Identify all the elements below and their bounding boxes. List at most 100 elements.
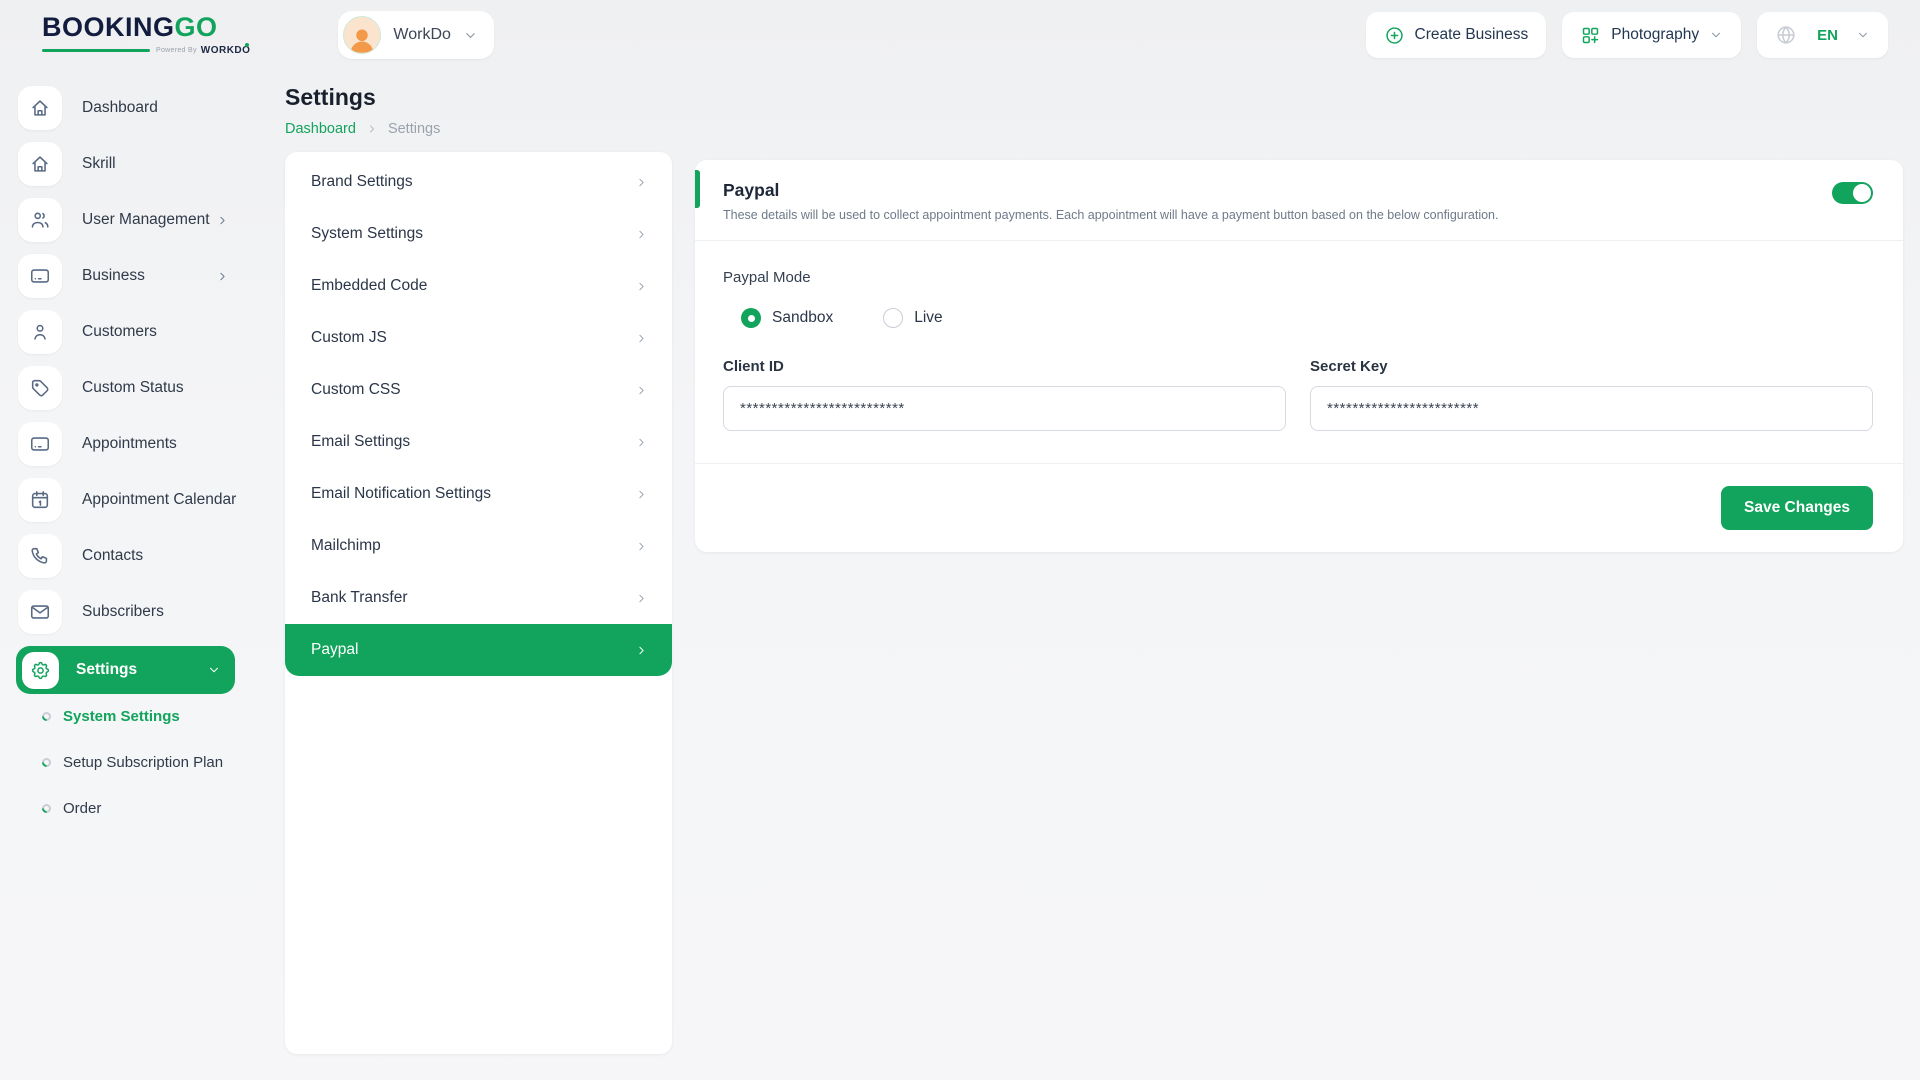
- phone-icon: [18, 534, 62, 578]
- credit-card-icon: [18, 254, 62, 298]
- users-icon: [18, 198, 62, 242]
- chevron-down-icon: [1709, 28, 1723, 42]
- create-business-button[interactable]: Create Business: [1366, 12, 1547, 58]
- powered-by-label: Powered By: [156, 47, 197, 54]
- chevron-down-icon: [207, 663, 221, 677]
- sidebar-item-skrill[interactable]: Skrill: [18, 142, 255, 186]
- user-icon: [18, 310, 62, 354]
- radio-checked-icon: [741, 308, 761, 328]
- logo-underline: [42, 49, 150, 52]
- menu-item-bank-transfer[interactable]: Bank Transfer: [285, 572, 672, 624]
- sidebar-subitem-system-settings[interactable]: System Settings: [42, 708, 255, 725]
- save-changes-button[interactable]: Save Changes: [1721, 486, 1873, 530]
- sidebar-item-appointments[interactable]: Appointments: [18, 422, 255, 466]
- chevron-down-icon: [463, 28, 478, 43]
- paypal-mode-options: Sandbox Live: [723, 308, 1873, 328]
- workspace-avatar: [343, 16, 381, 54]
- chevron-right-icon: [635, 436, 648, 449]
- radio-unchecked-icon: [883, 308, 903, 328]
- secret-key-field-group: Secret Key: [1310, 358, 1873, 431]
- circle-plus-icon: [1384, 25, 1405, 46]
- menu-item-custom-css[interactable]: Custom CSS: [285, 364, 672, 416]
- business-type-label: Photography: [1611, 26, 1699, 44]
- disc-icon: [40, 802, 53, 815]
- menu-item-system-settings[interactable]: System Settings: [285, 208, 672, 260]
- menu-item-custom-js[interactable]: Custom JS: [285, 312, 672, 364]
- gear-icon: [22, 652, 59, 689]
- chevron-right-icon: [635, 488, 648, 501]
- breadcrumb-current: Settings: [388, 121, 440, 137]
- toggle-knob: [1853, 184, 1871, 202]
- sidebar-item-dashboard[interactable]: Dashboard: [18, 86, 255, 130]
- chevron-right-icon: [366, 123, 378, 135]
- client-id-field-group: Client ID: [723, 358, 1286, 431]
- paypal-panel-title: Paypal: [723, 180, 1873, 201]
- calendar-icon: [18, 478, 62, 522]
- grid-add-icon: [1580, 25, 1601, 46]
- settings-menu: Brand Settings System Settings Embedded …: [285, 152, 672, 1054]
- top-bar: BOOKINGGO Powered By WORKDO WorkDo Creat…: [0, 0, 1920, 70]
- radio-sandbox[interactable]: Sandbox: [741, 308, 833, 328]
- chevron-down-icon: [1856, 28, 1870, 42]
- menu-item-mailchimp[interactable]: Mailchimp: [285, 520, 672, 572]
- breadcrumb: Dashboard Settings: [285, 121, 1903, 137]
- credit-card-icon: [18, 422, 62, 466]
- secret-key-label: Secret Key: [1310, 358, 1873, 375]
- breadcrumb-dashboard-link[interactable]: Dashboard: [285, 121, 356, 137]
- sidebar-subitem-setup-subscription-plan[interactable]: Setup Subscription Plan: [42, 754, 255, 771]
- menu-item-email-notification-settings[interactable]: Email Notification Settings: [285, 468, 672, 520]
- app-logo-tagline: Powered By WORKDO: [42, 45, 250, 56]
- sidebar-item-settings[interactable]: Settings: [16, 646, 235, 694]
- client-id-label: Client ID: [723, 358, 1286, 375]
- sidebar-item-appointment-calendar[interactable]: Appointment Calendar: [18, 478, 255, 522]
- chevron-right-icon: [635, 228, 648, 241]
- sidebar-item-custom-status[interactable]: Custom Status: [18, 366, 255, 410]
- workspace-name: WorkDo: [393, 26, 451, 44]
- paypal-mode-label: Paypal Mode: [723, 269, 1873, 286]
- app-logo-text: BOOKINGGO: [42, 14, 250, 41]
- chevron-right-icon: [635, 592, 648, 605]
- sidebar-item-subscribers[interactable]: Subscribers: [18, 590, 255, 634]
- powered-by-brand: WORKDO: [201, 45, 251, 56]
- chevron-right-icon: [635, 540, 648, 553]
- chevron-right-icon: [216, 214, 229, 227]
- chevron-right-icon: [635, 332, 648, 345]
- tag-icon: [18, 366, 62, 410]
- page-title: Settings: [285, 70, 1903, 111]
- chevron-right-icon: [635, 176, 648, 189]
- paypal-panel-footer: Save Changes: [695, 463, 1903, 552]
- home-icon: [18, 86, 62, 130]
- home-icon: [18, 142, 62, 186]
- sidebar-item-business[interactable]: Business: [18, 254, 255, 298]
- globe-icon: [1775, 24, 1797, 46]
- topbar-actions: Create Business Photography EN: [1366, 12, 1888, 58]
- chevron-right-icon: [635, 644, 648, 657]
- sidebar-item-user-management[interactable]: User Management: [18, 198, 255, 242]
- workspace-switcher[interactable]: WorkDo: [338, 11, 494, 59]
- chevron-right-icon: [216, 270, 229, 283]
- sidebar-item-customers[interactable]: Customers: [18, 310, 255, 354]
- sidebar-subitem-order[interactable]: Order: [42, 800, 255, 817]
- disc-icon: [40, 756, 53, 769]
- language-code: EN: [1817, 27, 1838, 44]
- menu-item-paypal[interactable]: Paypal: [285, 624, 672, 676]
- create-business-label: Create Business: [1415, 26, 1529, 44]
- language-dropdown[interactable]: EN: [1757, 12, 1888, 58]
- paypal-settings-panel: Paypal These details will be used to col…: [695, 160, 1903, 552]
- mail-icon: [18, 590, 62, 634]
- paypal-panel-body: Paypal Mode Sandbox Live Client ID: [695, 241, 1903, 463]
- sidebar-item-contacts[interactable]: Contacts: [18, 534, 255, 578]
- chevron-right-icon: [635, 384, 648, 397]
- secret-key-input[interactable]: [1310, 386, 1873, 431]
- paypal-panel-description: These details will be used to collect ap…: [723, 208, 1873, 222]
- client-id-input[interactable]: [723, 386, 1286, 431]
- business-type-dropdown[interactable]: Photography: [1562, 12, 1741, 58]
- menu-item-embedded-code[interactable]: Embedded Code: [285, 260, 672, 312]
- app-logo[interactable]: BOOKINGGO Powered By WORKDO: [42, 14, 250, 56]
- paypal-panel-header: Paypal These details will be used to col…: [695, 160, 1903, 241]
- paypal-enabled-toggle[interactable]: [1832, 182, 1873, 204]
- sidebar: Dashboard Skrill User Management Busines…: [0, 86, 255, 846]
- radio-live[interactable]: Live: [883, 308, 942, 328]
- menu-item-email-settings[interactable]: Email Settings: [285, 416, 672, 468]
- menu-item-brand-settings[interactable]: Brand Settings: [285, 156, 672, 208]
